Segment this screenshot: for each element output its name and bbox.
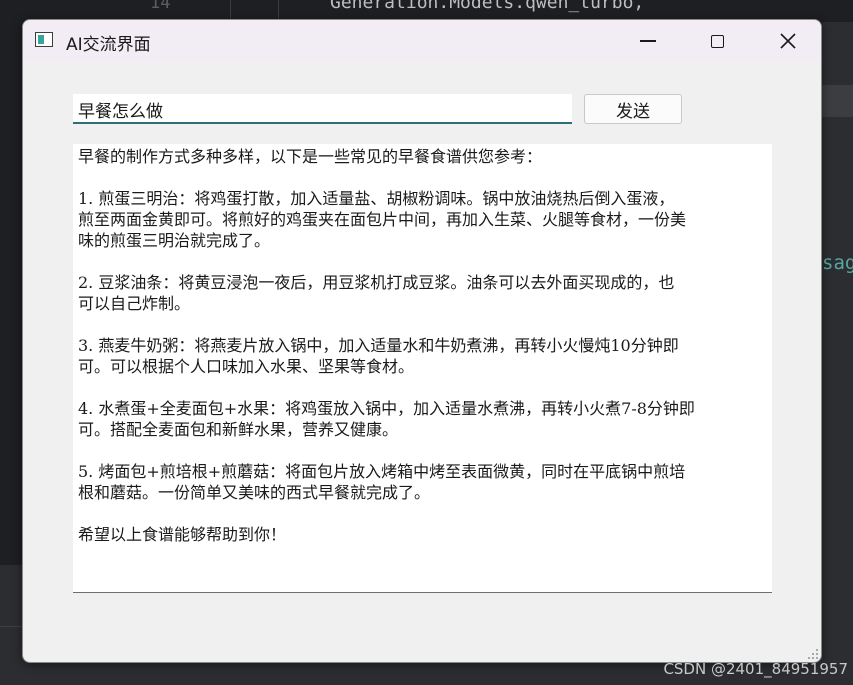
ai-chat-window: AI交流界面 发送 早餐的制作方式多种多样，以下是一些常见的早餐食谱供您参考： 1… [22, 19, 822, 663]
grip-dot [816, 649, 818, 651]
response-line: 希望以上食谱能够帮助到你！ [78, 525, 287, 544]
response-line: 可以自己炸制。 [78, 294, 191, 313]
ide-code-line: Generation.Models.qwen_turbo, [330, 0, 645, 13]
window-title: AI交流界面 [66, 35, 151, 55]
maximize-button[interactable] [694, 20, 740, 62]
grip-dot [816, 657, 818, 659]
response-line: 4. 水煮蛋+全麦面包+水果：将鸡蛋放入锅中，加入适量水煮沸，再转小火煮7-8分… [78, 399, 695, 418]
close-icon [780, 33, 796, 49]
minimize-button[interactable] [625, 20, 671, 62]
watermark-text: CSDN @2401_84951957 [663, 660, 848, 678]
query-input[interactable] [73, 94, 572, 124]
response-line: 可。可以根据个人口味加入水果、坚果等食材。 [78, 357, 415, 376]
response-line: 可。搭配全麦面包和新鲜水果，营养又健康。 [78, 420, 399, 439]
ide-right-panel [822, 22, 853, 685]
send-button[interactable]: 发送 [584, 94, 682, 124]
grip-dot [816, 653, 818, 655]
response-line: 1. 煎蛋三明治：将鸡蛋打散，加入适量盐、胡椒粉调味。锅中放油烧热后倒入蛋液， [78, 189, 675, 208]
close-button[interactable] [765, 20, 811, 62]
ide-code-fragment: sag [822, 252, 853, 274]
response-text-area[interactable]: 早餐的制作方式多种多样，以下是一些常见的早餐食谱供您参考： 1. 煎蛋三明治：将鸡… [73, 144, 772, 593]
response-line: 煎至两面金黄即可。将煎好的鸡蛋夹在面包片中间，再加入生菜、火腿等食材，一份美 [78, 210, 687, 229]
app-icon-accent [38, 35, 44, 44]
grip-dot [812, 657, 814, 659]
minimize-icon [640, 40, 656, 42]
response-line: 味的煎蛋三明治就完成了。 [78, 231, 271, 250]
maximize-icon [710, 34, 724, 48]
grip-dot [808, 657, 810, 659]
title-bar[interactable]: AI交流界面 [23, 20, 821, 62]
app-window-icon [35, 32, 53, 47]
response-line: 2. 豆浆油条：将黄豆浸泡一夜后，用豆浆机打成豆浆。油条可以去外面买现成的，也 [78, 273, 675, 292]
response-line: 3. 燕麦牛奶粥：将燕麦片放入锅中，加入适量水和牛奶煮沸，再转小火慢炖10分钟即 [78, 336, 679, 355]
resize-grip[interactable] [808, 649, 818, 659]
ide-line-number: 14 [150, 0, 171, 13]
response-line: 早餐的制作方式多种多样，以下是一些常见的早餐食谱供您参考： [78, 147, 543, 166]
grip-dot [812, 653, 814, 655]
response-line: 5. 烤面包+煎培根+煎蘑菇：将面包片放入烤箱中烤至表面微黄，同时在平底锅中煎培 [78, 462, 686, 481]
response-line: 根和蘑菇。一份简单又美味的西式早餐就完成了。 [78, 483, 431, 502]
ide-current-line-highlight [822, 85, 853, 117]
